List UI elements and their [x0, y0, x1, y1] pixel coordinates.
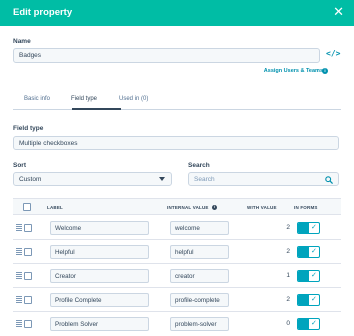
active-tab-indicator — [72, 108, 121, 110]
in-forms-toggle[interactable]: ✓ — [297, 270, 320, 282]
modal-title: Edit property — [13, 7, 73, 18]
column-header-with-value: WITH VALUE — [247, 205, 277, 210]
table-row: Problem Solver problem-solver 0 ✓ — [13, 312, 341, 336]
field-type-select[interactable]: Multiple checkboxes — [13, 136, 339, 150]
in-forms-toggle[interactable]: ✓ — [297, 246, 320, 258]
tabs-bar: Basic info Field type Used in (0) — [13, 89, 341, 110]
name-label: Name — [13, 38, 31, 45]
checkmark-icon: ✓ — [311, 296, 317, 303]
assign-users-teams-link[interactable]: Assign Users & Teams — [264, 68, 323, 74]
checkmark-icon: ✓ — [311, 224, 317, 231]
field-type-label: Field type — [13, 125, 44, 132]
option-internal-value-input[interactable]: problem-solver — [170, 317, 229, 331]
internal-value-header-text: INTERNAL VALUE — [167, 205, 209, 210]
drag-handle-icon[interactable] — [16, 224, 22, 231]
row-checkbox[interactable] — [24, 320, 32, 328]
column-header-label: LABEL — [47, 205, 63, 210]
search-icon[interactable] — [325, 176, 333, 184]
table-row: Profile Complete profile-complete 2 ✓ — [13, 288, 341, 312]
column-header-in-forms: IN FORMS — [294, 205, 318, 210]
search-placeholder: Search — [194, 175, 215, 183]
name-input[interactable]: Badges — [13, 48, 320, 63]
option-label-input[interactable]: Problem Solver — [50, 317, 149, 331]
sort-value: Custom — [19, 175, 42, 183]
search-label: Search — [188, 162, 210, 169]
with-value-count: 0 — [286, 320, 290, 327]
drag-handle-icon[interactable] — [16, 248, 22, 255]
close-icon[interactable]: ✕ — [333, 5, 344, 18]
select-all-checkbox[interactable] — [23, 203, 31, 211]
option-internal-value-input[interactable]: creator — [170, 269, 229, 283]
checkmark-icon: ✓ — [311, 320, 317, 327]
sort-label: Sort — [13, 162, 26, 169]
row-checkbox[interactable] — [24, 296, 32, 304]
with-value-count: 2 — [286, 296, 290, 303]
info-icon[interactable]: i — [322, 68, 328, 74]
tab-basic-info[interactable]: Basic info — [24, 96, 50, 102]
option-label-input[interactable]: Profile Complete — [50, 293, 149, 307]
column-header-internal-value: INTERNAL VALUE i — [167, 205, 218, 211]
row-checkbox[interactable] — [24, 224, 32, 232]
name-input-value: Badges — [19, 52, 42, 59]
drag-handle-icon[interactable] — [16, 272, 22, 279]
option-internal-value-input[interactable]: helpful — [170, 245, 229, 259]
field-type-value: Multiple checkboxes — [19, 139, 78, 147]
table-row: Helpful helpful 2 ✓ — [13, 240, 341, 264]
with-value-count: 2 — [286, 248, 290, 255]
option-label-input[interactable]: Creator — [50, 269, 149, 283]
tab-field-type[interactable]: Field type — [71, 96, 97, 102]
search-input[interactable]: Search — [188, 172, 339, 186]
table-row: Creator creator 1 ✓ — [13, 264, 341, 288]
in-forms-toggle[interactable]: ✓ — [297, 294, 320, 306]
modal-header: Edit property ✕ — [0, 0, 354, 26]
option-label-input[interactable]: Welcome — [50, 221, 149, 235]
table-row: Welcome welcome 2 ✓ — [13, 216, 341, 240]
row-checkbox[interactable] — [24, 248, 32, 256]
option-internal-value-input[interactable]: welcome — [170, 221, 229, 235]
chevron-down-icon — [159, 177, 165, 181]
in-forms-toggle[interactable]: ✓ — [297, 222, 320, 234]
row-checkbox[interactable] — [24, 272, 32, 280]
drag-handle-icon[interactable] — [16, 296, 22, 303]
in-forms-toggle[interactable]: ✓ — [297, 318, 320, 330]
info-icon[interactable]: i — [212, 205, 218, 211]
drag-handle-icon[interactable] — [16, 320, 22, 327]
checkmark-icon: ✓ — [311, 272, 317, 279]
with-value-count: 2 — [286, 224, 290, 231]
sort-dropdown[interactable]: Custom — [13, 172, 172, 186]
option-label-input[interactable]: Helpful — [50, 245, 149, 259]
checkmark-icon: ✓ — [311, 248, 317, 255]
tab-used-in[interactable]: Used in (0) — [119, 96, 148, 102]
option-internal-value-input[interactable]: profile-complete — [170, 293, 229, 307]
with-value-count: 1 — [286, 272, 290, 279]
options-table-header: LABEL INTERNAL VALUE i WITH VALUE IN FOR… — [13, 198, 341, 215]
code-icon[interactable]: </> — [326, 49, 340, 58]
